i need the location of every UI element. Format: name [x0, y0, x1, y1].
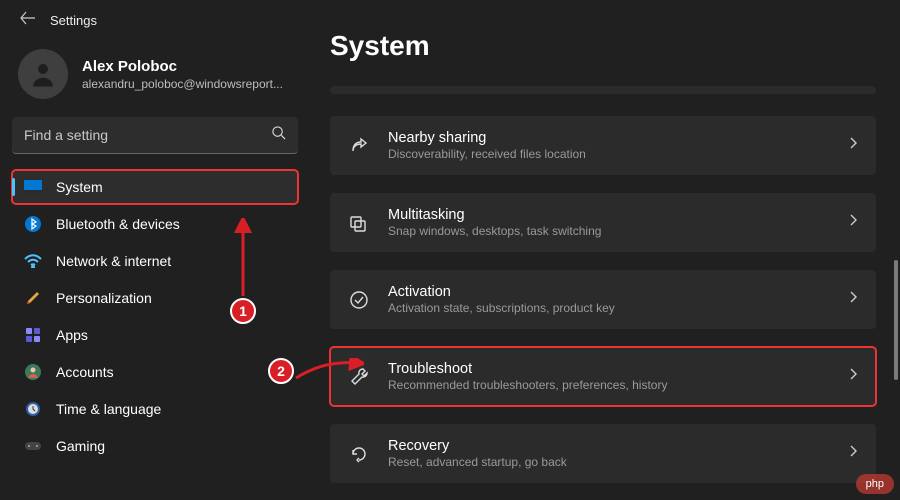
sidebar-item-gaming[interactable]: Gaming: [12, 429, 298, 463]
setting-multitasking[interactable]: Multitasking Snap windows, desktops, tas…: [330, 193, 876, 252]
setting-desc: Discoverability, received files location: [388, 147, 830, 161]
sidebar-item-label: Accounts: [56, 364, 114, 380]
monitor-icon: [24, 178, 42, 196]
chevron-right-icon: [848, 290, 858, 309]
watermark: php: [856, 474, 894, 494]
avatar: [18, 49, 68, 99]
chevron-right-icon: [848, 213, 858, 232]
sidebar-item-network[interactable]: Network & internet: [12, 244, 298, 278]
sidebar-nav: System Bluetooth & devices Network & int…: [12, 170, 298, 463]
profile-block[interactable]: Alex Poloboc alexandru_poloboc@windowsre…: [12, 45, 298, 117]
windows-icon: [348, 212, 370, 234]
check-icon: [348, 289, 370, 311]
sidebar-item-label: Gaming: [56, 438, 105, 454]
sidebar-item-label: System: [56, 179, 103, 195]
clock-icon: [24, 400, 42, 418]
gamepad-icon: [24, 437, 42, 455]
setting-troubleshoot[interactable]: Troubleshoot Recommended troubleshooters…: [330, 347, 876, 406]
search-input[interactable]: [24, 127, 271, 143]
setting-desc: Snap windows, desktops, task switching: [388, 224, 830, 238]
sidebar-item-label: Bluetooth & devices: [56, 216, 180, 232]
setting-nearby-sharing[interactable]: Nearby sharing Discoverability, received…: [330, 116, 876, 175]
setting-recovery[interactable]: Recovery Reset, advanced startup, go bac…: [330, 424, 876, 483]
profile-email: alexandru_poloboc@windowsreport...: [82, 77, 283, 91]
chevron-right-icon: [848, 367, 858, 386]
bluetooth-icon: [24, 215, 42, 233]
setting-title: Nearby sharing: [388, 130, 830, 146]
sidebar-item-bluetooth[interactable]: Bluetooth & devices: [12, 207, 298, 241]
setting-desc: Reset, advanced startup, go back: [388, 455, 830, 469]
sidebar-item-accounts[interactable]: Accounts: [12, 355, 298, 389]
brush-icon: [24, 289, 42, 307]
wrench-icon: [348, 366, 370, 388]
setting-title: Multitasking: [388, 207, 830, 223]
chevron-right-icon: [848, 444, 858, 463]
setting-title: Activation: [388, 284, 830, 300]
setting-title: Recovery: [388, 438, 830, 454]
scrollbar-thumb[interactable]: [894, 260, 898, 380]
setting-desc: Recommended troubleshooters, preferences…: [388, 378, 830, 392]
search-box[interactable]: [12, 117, 298, 154]
settings-item-partial[interactable]: [330, 86, 876, 94]
sidebar-item-time[interactable]: Time & language: [12, 392, 298, 426]
sidebar-item-label: Network & internet: [56, 253, 171, 269]
setting-activation[interactable]: Activation Activation state, subscriptio…: [330, 270, 876, 329]
sidebar-item-label: Time & language: [56, 401, 161, 417]
sidebar-item-system[interactable]: System: [12, 170, 298, 204]
setting-title: Troubleshoot: [388, 361, 830, 377]
recovery-icon: [348, 443, 370, 465]
sidebar-item-label: Apps: [56, 327, 88, 343]
chevron-right-icon: [848, 136, 858, 155]
search-icon: [271, 125, 286, 145]
sidebar-item-apps[interactable]: Apps: [12, 318, 298, 352]
setting-desc: Activation state, subscriptions, product…: [388, 301, 830, 315]
sidebar-item-personalization[interactable]: Personalization: [12, 281, 298, 315]
page-title: System: [330, 30, 876, 62]
window-title: Settings: [50, 13, 97, 28]
share-icon: [348, 135, 370, 157]
sidebar-item-label: Personalization: [56, 290, 152, 306]
person-icon: [24, 363, 42, 381]
back-icon[interactable]: [20, 10, 36, 31]
profile-name: Alex Poloboc: [82, 58, 283, 75]
wifi-icon: [24, 252, 42, 270]
apps-icon: [24, 326, 42, 344]
